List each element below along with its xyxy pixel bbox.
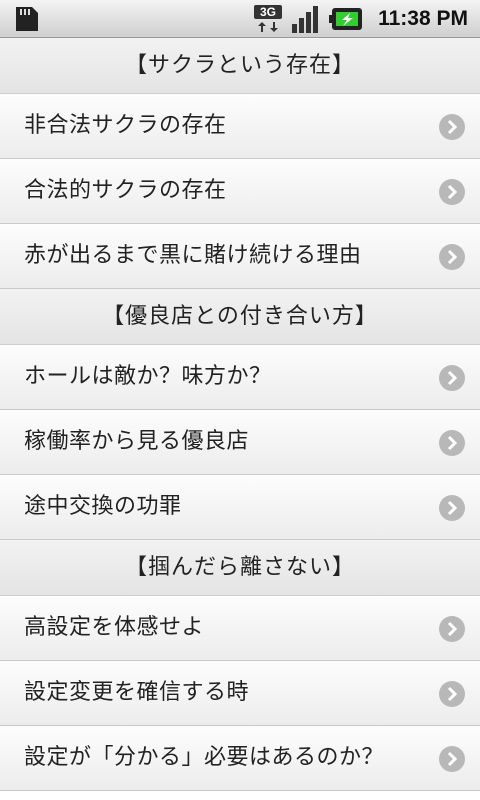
chevron-right-icon — [439, 616, 465, 642]
list-item[interactable]: ホールは敵か？味方か？ — [0, 345, 480, 410]
section-header: 【掴んだら離さない】 — [0, 540, 480, 596]
chevron-right-icon — [439, 495, 465, 521]
list-item[interactable]: 非合法サクラの存在 — [0, 94, 480, 159]
list-item[interactable]: 稼働率から見る優良店 — [0, 410, 480, 475]
list-item-label: 稼働率から見る優良店 — [24, 429, 250, 454]
signal-strength-icon — [292, 6, 318, 33]
chevron-right-icon — [439, 179, 465, 205]
battery-charging-icon — [329, 8, 362, 30]
list-item-label: 赤が出るまで黒に賭け続ける理由 — [24, 243, 362, 268]
list-item[interactable]: 設定が「分かる」必要はあるのか？ — [0, 726, 480, 791]
list-item-label: 途中交換の功罪 — [24, 494, 182, 519]
status-clock: 11:38 PM — [378, 7, 468, 30]
list-item-label: 設定変更を確信する時 — [24, 680, 250, 705]
list-item-label: ホールは敵か？味方か？ — [24, 364, 272, 389]
list-item[interactable]: 合法的サクラの存在 — [0, 159, 480, 224]
list-item[interactable]: 高設定を体感せよ — [0, 596, 480, 661]
list-item[interactable]: 途中交換の功罪 — [0, 475, 480, 540]
network-3g-icon: 3G — [254, 5, 282, 32]
list-item-label: 非合法サクラの存在 — [24, 113, 227, 138]
chevron-right-icon — [439, 746, 465, 772]
status-bar: 3G 11:38 PM — [0, 0, 480, 38]
list-item[interactable]: 設定変更を確信する時 — [0, 661, 480, 726]
chevron-right-icon — [439, 365, 465, 391]
chevron-right-icon — [439, 430, 465, 456]
chevron-right-icon — [439, 244, 465, 270]
topic-list: 【サクラという存在】 非合法サクラの存在 合法的サクラの存在 赤が出るまで黒に賭… — [0, 38, 480, 791]
network-type-label: 3G — [260, 5, 276, 19]
list-item-label: 高設定を体感せよ — [24, 615, 205, 640]
section-header: 【優良店との付き合い方】 — [0, 289, 480, 345]
list-item-label: 設定が「分かる」必要はあるのか？ — [24, 745, 385, 770]
sd-card-icon — [16, 7, 38, 31]
list-item-label: 合法的サクラの存在 — [24, 178, 227, 203]
chevron-right-icon — [439, 114, 465, 140]
app-screen: 3G 11:38 PM 【サクラという存在】 非合法サクラの存在 合法的サクラの… — [0, 0, 480, 800]
list-item[interactable]: 赤が出るまで黒に賭け続ける理由 — [0, 224, 480, 289]
chevron-right-icon — [439, 681, 465, 707]
section-header: 【サクラという存在】 — [0, 38, 480, 94]
